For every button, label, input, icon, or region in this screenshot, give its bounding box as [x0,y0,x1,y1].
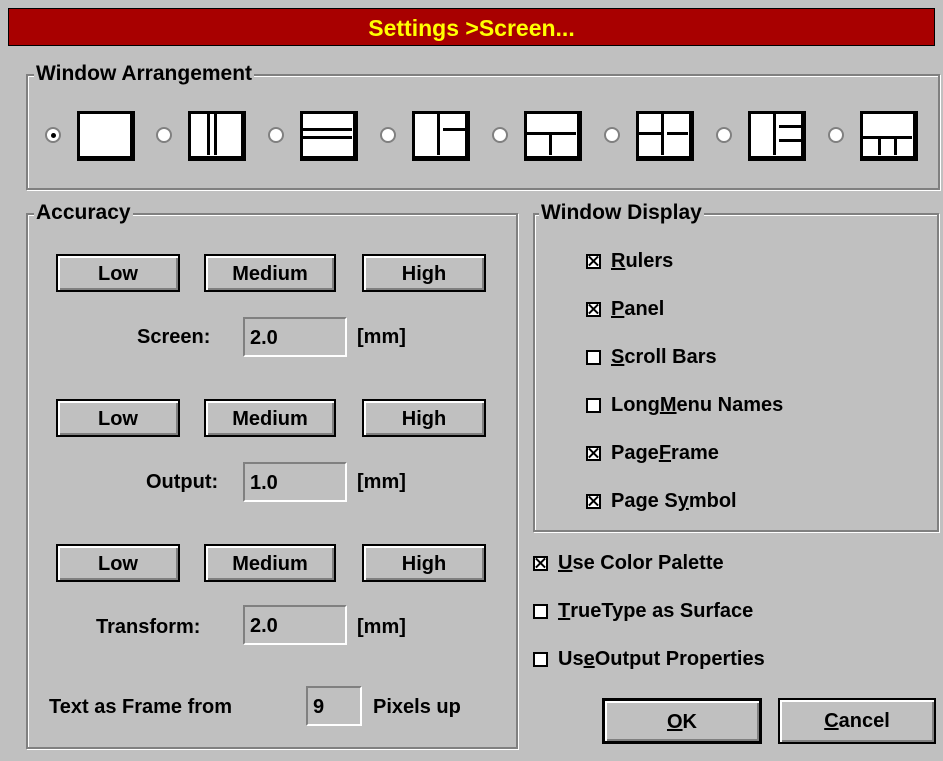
window-display-label: Window Display [539,201,704,225]
checkbox-label-post: se Color Palette [572,552,724,574]
transform-unit-label: [mm] [357,616,406,638]
checkbox-label-post: anel [624,298,665,320]
text-frame-suffix-label: Pixels up [373,696,461,718]
ok-button[interactable]: OK [602,698,762,744]
text-frame-prefix-label: Text as Frame from [49,696,233,718]
layout-top-bottom-three-icon[interactable] [860,111,918,161]
checkbox-box[interactable] [586,398,601,413]
window-display-checkbox-3[interactable]: Long Menu Names [586,394,783,417]
output-unit-label: [mm] [357,471,406,493]
title-bar-background: Settings >Screen... [8,8,935,46]
window-display-checkbox-4[interactable]: Page Frame [586,442,719,465]
window-display-checkbox-1[interactable]: Panel [586,298,664,321]
ok-rest: K [682,711,697,733]
checkbox-label-pre: Page [611,442,659,464]
checkbox-box[interactable] [586,494,601,509]
arrangement-radio-top-bottom-pair[interactable] [492,127,508,143]
checkbox-label-post: rueType as Surface [570,600,754,622]
checkbox-label-pre: Page S [611,490,678,512]
checkbox-label-ul: M [659,394,677,416]
checkbox-label-post: croll Bars [624,346,717,368]
output-high-button[interactable]: High [362,399,486,437]
layout-two-horizontal-icon[interactable] [300,111,358,161]
checkbox-label-post: ulers [625,250,674,272]
screen-medium-button[interactable]: Medium [204,254,336,292]
arrangement-radio-two-vertical[interactable] [156,127,172,143]
option-checkbox-2[interactable]: Us e Output Properties [533,648,765,671]
layout-single-icon[interactable] [77,111,135,161]
screen-high-button[interactable]: High [362,254,486,292]
dialog-title: Settings >Screen... [368,15,575,41]
accuracy-label: Accuracy [34,201,133,225]
screen-low-button[interactable]: Low [56,254,180,292]
checkbox-label-pre: Long [611,394,660,416]
transform-high-button[interactable]: High [362,544,486,582]
checkbox-label-ul: S [611,346,625,368]
transform-accuracy-label: Transform: [96,616,201,638]
arrangement-radio-two-horizontal[interactable] [268,127,284,143]
checkbox-label-ul: F [658,442,672,464]
layout-two-vertical-icon[interactable] [188,111,246,161]
checkbox-label-ul: e [583,648,595,670]
checkbox-box[interactable] [533,556,548,571]
window-display-checkbox-5[interactable]: Page Sy mbol [586,490,737,513]
window-display-checkbox-0[interactable]: Rulers [586,250,673,273]
checkbox-label-post: rame [671,442,719,464]
checkbox-label-ul: T [558,600,571,622]
text-frame-pixels-field[interactable]: 9 [306,686,362,726]
screen-accuracy-field[interactable]: 2.0 [243,317,347,357]
checkbox-label-ul: U [558,552,573,574]
ok-underline: O [666,711,683,733]
checkbox-label-pre: Us [558,648,584,670]
checkbox-label-ul: P [611,298,625,320]
arrangement-radio-grid[interactable] [604,127,620,143]
transform-low-button[interactable]: Low [56,544,180,582]
arrangement-radio-top-bottom-three[interactable] [828,127,844,143]
window-arrangement-label: Window Arrangement [34,62,255,86]
output-medium-button[interactable]: Medium [204,399,336,437]
layout-grid-icon[interactable] [636,111,694,161]
output-accuracy-label: Output: [146,471,219,493]
checkbox-box[interactable] [586,302,601,317]
layout-left-right-stack-icon[interactable] [412,111,470,161]
checkbox-label-ul: y [677,490,689,512]
option-checkbox-1[interactable]: TrueType as Surface [533,600,753,623]
checkbox-label-post: Output Properties [594,648,765,670]
cancel-rest: ancel [838,710,890,732]
layout-left-right-three-icon[interactable] [748,111,806,161]
layout-top-bottom-pair-icon[interactable] [524,111,582,161]
screen-unit-label: [mm] [357,326,406,348]
cancel-underline: C [824,710,839,732]
transform-medium-button[interactable]: Medium [204,544,336,582]
checkbox-label-post: enu Names [676,394,784,416]
window-display-checkbox-2[interactable]: Scroll Bars [586,346,717,369]
cancel-button[interactable]: Cancel [778,698,936,744]
checkbox-label-ul: R [611,250,626,272]
checkbox-box[interactable] [533,604,548,619]
screen-accuracy-label: Screen: [137,326,211,348]
arrangement-radio-left-right-stack[interactable] [380,127,396,143]
title-bar: Settings >Screen... [0,0,943,46]
checkbox-label-post: mbol [688,490,737,512]
output-low-button[interactable]: Low [56,399,180,437]
checkbox-box[interactable] [586,254,601,269]
arrangement-radio-left-right-three[interactable] [716,127,732,143]
checkbox-box[interactable] [533,652,548,667]
checkbox-box[interactable] [586,350,601,365]
checkbox-box[interactable] [586,446,601,461]
transform-accuracy-field[interactable]: 2.0 [243,605,347,645]
option-checkbox-0[interactable]: Use Color Palette [533,552,724,575]
output-accuracy-field[interactable]: 1.0 [243,462,347,502]
arrangement-radio-single[interactable] [45,127,61,143]
